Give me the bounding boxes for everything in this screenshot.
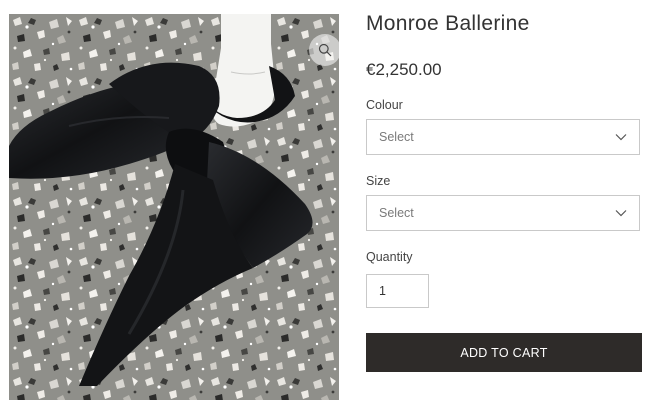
add-to-cart-button[interactable]: ADD TO CART (366, 333, 642, 372)
size-label: Size (366, 174, 391, 188)
chevron-down-icon (615, 210, 627, 217)
zoom-icon (318, 43, 332, 57)
quantity-label: Quantity (366, 250, 413, 264)
product-image[interactable] (9, 14, 339, 400)
colour-label: Colour (366, 98, 403, 112)
quantity-input[interactable] (366, 274, 429, 308)
zoom-button[interactable] (309, 34, 339, 66)
chevron-down-icon (615, 134, 627, 141)
colour-select[interactable]: Select (366, 119, 640, 155)
product-photo (9, 14, 339, 400)
size-select[interactable]: Select (366, 195, 640, 231)
colour-select-value: Select (379, 130, 414, 144)
product-price: €2,250.00 (366, 60, 442, 79)
size-select-value: Select (379, 206, 414, 220)
product-title: Monroe Ballerine (366, 12, 530, 35)
